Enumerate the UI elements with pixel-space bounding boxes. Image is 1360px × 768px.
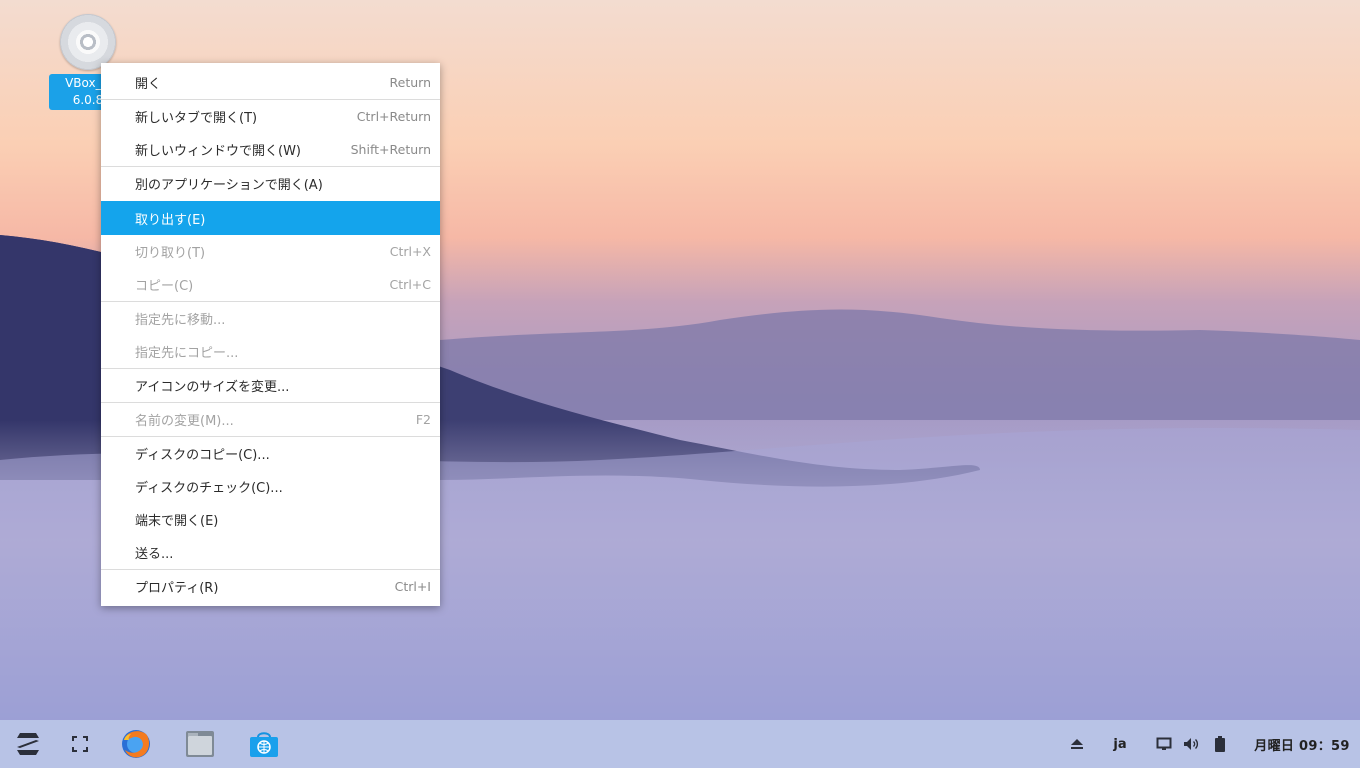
battery-button[interactable]	[1208, 720, 1232, 768]
menu-item-copy[interactable]: コピー(C) Ctrl+C	[101, 268, 440, 301]
menu-item-label: 別のアプリケーションで開く(A)	[135, 178, 323, 193]
menu-item-label: 開く	[135, 77, 162, 92]
zorin-menu-button[interactable]	[8, 720, 48, 768]
menu-item-accel: Return	[389, 75, 431, 90]
menu-item-copy-to[interactable]: 指定先にコピー...	[101, 335, 440, 368]
menu-item-label: 端末で開く(E)	[135, 514, 219, 529]
menu-item-accel: Ctrl+I	[394, 579, 431, 594]
menu-item-send-to[interactable]: 送る...	[101, 536, 440, 569]
menu-item-accel: Shift+Return	[350, 142, 431, 157]
workspaces-icon	[72, 736, 88, 752]
zorin-menu-icon	[17, 733, 39, 755]
menu-item-accel: Ctrl+X	[389, 244, 431, 259]
menu-item-rename[interactable]: 名前の変更(M)... F2	[101, 403, 440, 436]
menu-item-label: 指定先に移動...	[135, 313, 226, 328]
software-store-icon	[250, 732, 278, 757]
menu-item-eject[interactable]: 取り出す(E)	[101, 201, 440, 235]
volume-button[interactable]	[1180, 720, 1204, 768]
menu-item-open-in-terminal[interactable]: 端末で開く(E)	[101, 503, 440, 536]
menu-item-open[interactable]: 開く Return	[101, 66, 440, 99]
volume-icon	[1184, 738, 1199, 750]
menu-item-accel: Ctrl+C	[389, 277, 431, 292]
context-menu: 開く Return 新しいタブで開く(T) Ctrl+Return 新しいウィン…	[101, 63, 440, 606]
files-icon	[186, 731, 214, 757]
keyboard-layout-label: ja	[1113, 736, 1127, 752]
eject-icon	[1071, 739, 1083, 749]
menu-item-check-disc[interactable]: ディスクのチェック(C)...	[101, 470, 440, 503]
software-store-launcher[interactable]	[242, 720, 286, 768]
menu-item-open-new-window[interactable]: 新しいウィンドウで開く(W) Shift+Return	[101, 133, 440, 166]
taskbar: ja 月曜日 09：59	[0, 720, 1360, 768]
menu-item-label: 切り取り(T)	[135, 246, 206, 261]
menu-item-label: プロパティ(R)	[135, 581, 219, 596]
clock[interactable]: 月曜日 09：59	[1248, 720, 1356, 768]
menu-item-resize-icon[interactable]: アイコンのサイズを変更...	[101, 369, 440, 402]
disc-icon	[60, 14, 116, 70]
menu-item-label: 新しいタブで開く(T)	[135, 111, 258, 126]
menu-item-label: ディスクのチェック(C)...	[135, 481, 283, 496]
eject-button[interactable]	[1064, 720, 1090, 768]
menu-item-label: ディスクのコピー(C)...	[135, 448, 270, 463]
keyboard-layout-indicator[interactable]: ja	[1104, 720, 1136, 768]
menu-item-accel: Ctrl+Return	[356, 109, 431, 124]
menu-item-copy-disc[interactable]: ディスクのコピー(C)...	[101, 437, 440, 470]
battery-icon	[1215, 736, 1225, 752]
menu-item-label: 指定先にコピー...	[135, 346, 239, 361]
menu-item-cut[interactable]: 切り取り(T) Ctrl+X	[101, 235, 440, 268]
files-launcher[interactable]	[178, 720, 222, 768]
display-icon	[1156, 737, 1172, 750]
firefox-icon	[122, 730, 150, 758]
menu-item-accel: F2	[415, 412, 431, 427]
menu-item-properties[interactable]: プロパティ(R) Ctrl+I	[101, 570, 440, 603]
menu-item-label: 名前の変更(M)...	[135, 414, 234, 429]
menu-item-label: コピー(C)	[135, 279, 194, 294]
menu-item-label: 取り出す(E)	[135, 212, 206, 228]
menu-item-label: 新しいウィンドウで開く(W)	[135, 144, 301, 159]
workspaces-button[interactable]	[62, 720, 98, 768]
menu-item-label: 送る...	[135, 547, 174, 562]
firefox-launcher[interactable]	[114, 720, 158, 768]
clock-label: 月曜日 09：59	[1254, 738, 1350, 754]
display-button[interactable]	[1152, 720, 1176, 768]
menu-item-label: アイコンのサイズを変更...	[135, 380, 290, 395]
menu-item-open-new-tab[interactable]: 新しいタブで開く(T) Ctrl+Return	[101, 100, 440, 133]
menu-item-move-to[interactable]: 指定先に移動...	[101, 302, 440, 335]
menu-item-open-with[interactable]: 別のアプリケーションで開く(A)	[101, 167, 440, 200]
